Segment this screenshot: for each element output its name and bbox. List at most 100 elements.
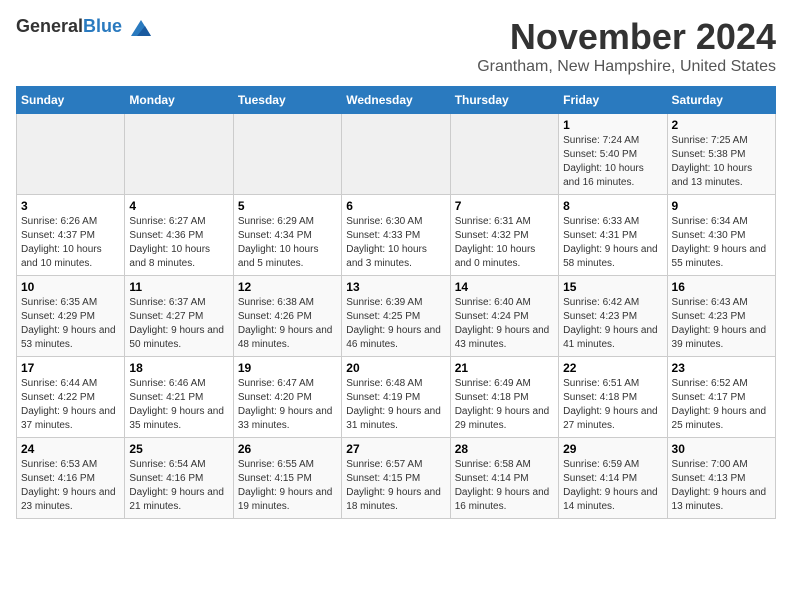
day-number: 2 — [672, 118, 771, 132]
day-number: 29 — [563, 442, 662, 456]
day-number: 30 — [672, 442, 771, 456]
calendar-week-row: 3 Sunrise: 6:26 AM Sunset: 4:37 PM Daylig… — [17, 195, 776, 276]
day-number: 27 — [346, 442, 445, 456]
page-header: GeneralBlue November 2024 Grantham, New … — [16, 16, 776, 76]
calendar-cell: 16 Sunrise: 6:43 AM Sunset: 4:23 PM Dayli… — [667, 276, 775, 357]
calendar-cell: 3 Sunrise: 6:26 AM Sunset: 4:37 PM Daylig… — [17, 195, 125, 276]
calendar-cell: 8Sunrise: 6:33 AM Sunset: 4:31 PM Daylig… — [559, 195, 667, 276]
day-info: Sunrise: 6:34 AM Sunset: 4:30 PM Dayligh… — [672, 215, 771, 271]
day-number: 5 — [238, 199, 337, 213]
day-info: Sunrise: 6:40 AM Sunset: 4:24 PM Dayligh… — [455, 296, 554, 352]
day-number: 10 — [21, 280, 120, 294]
day-number: 21 — [455, 361, 554, 375]
day-info: Sunrise: 6:46 AM Sunset: 4:21 PM Dayligh… — [129, 377, 228, 433]
weekday-header-sunday: Sunday — [17, 87, 125, 114]
weekday-header-thursday: Thursday — [450, 87, 558, 114]
weekday-header-friday: Friday — [559, 87, 667, 114]
calendar-cell: 7Sunrise: 6:31 AM Sunset: 4:32 PM Daylig… — [450, 195, 558, 276]
calendar-cell: 1 Sunrise: 7:24 AM Sunset: 5:40 PM Daylig… — [559, 114, 667, 195]
day-number: 6 — [346, 199, 445, 213]
calendar-cell: 17 Sunrise: 6:44 AM Sunset: 4:22 PM Dayli… — [17, 357, 125, 438]
calendar-cell: 21 Sunrise: 6:49 AM Sunset: 4:18 PM Dayli… — [450, 357, 558, 438]
logo-icon — [129, 18, 153, 38]
day-info: Sunrise: 6:57 AM Sunset: 4:15 PM Dayligh… — [346, 458, 445, 514]
weekday-header-tuesday: Tuesday — [233, 87, 341, 114]
day-number: 22 — [563, 361, 662, 375]
calendar-cell: 27 Sunrise: 6:57 AM Sunset: 4:15 PM Dayli… — [342, 438, 450, 519]
day-number: 3 — [21, 199, 120, 213]
day-info: Sunrise: 6:54 AM Sunset: 4:16 PM Dayligh… — [129, 458, 228, 514]
calendar-week-row: 1 Sunrise: 7:24 AM Sunset: 5:40 PM Daylig… — [17, 114, 776, 195]
day-info: Sunrise: 6:44 AM Sunset: 4:22 PM Dayligh… — [21, 377, 120, 433]
location-title: Grantham, New Hampshire, United States — [477, 58, 776, 76]
day-info: Sunrise: 6:59 AM Sunset: 4:14 PM Dayligh… — [563, 458, 662, 514]
day-number: 1 — [563, 118, 662, 132]
calendar-cell — [17, 114, 125, 195]
calendar-cell: 24 Sunrise: 6:53 AM Sunset: 4:16 PM Dayli… — [17, 438, 125, 519]
day-number: 17 — [21, 361, 120, 375]
calendar-cell: 26 Sunrise: 6:55 AM Sunset: 4:15 PM Dayli… — [233, 438, 341, 519]
calendar-table: SundayMondayTuesdayWednesdayThursdayFrid… — [16, 86, 776, 519]
day-number: 4 — [129, 199, 228, 213]
logo-general: General — [16, 16, 83, 36]
day-info: Sunrise: 6:42 AM Sunset: 4:23 PM Dayligh… — [563, 296, 662, 352]
day-info: Sunrise: 7:25 AM Sunset: 5:38 PM Dayligh… — [672, 134, 771, 190]
day-info: Sunrise: 6:27 AM Sunset: 4:36 PM Dayligh… — [129, 215, 228, 271]
title-section: November 2024 Grantham, New Hampshire, U… — [477, 16, 776, 76]
day-number: 12 — [238, 280, 337, 294]
calendar-cell — [342, 114, 450, 195]
calendar-cell: 2 Sunrise: 7:25 AM Sunset: 5:38 PM Daylig… — [667, 114, 775, 195]
day-number: 23 — [672, 361, 771, 375]
day-number: 14 — [455, 280, 554, 294]
calendar-cell: 4 Sunrise: 6:27 AM Sunset: 4:36 PM Daylig… — [125, 195, 233, 276]
day-number: 25 — [129, 442, 228, 456]
day-info: Sunrise: 6:58 AM Sunset: 4:14 PM Dayligh… — [455, 458, 554, 514]
calendar-week-row: 17 Sunrise: 6:44 AM Sunset: 4:22 PM Dayli… — [17, 357, 776, 438]
day-number: 9 — [672, 199, 771, 213]
day-info: Sunrise: 6:55 AM Sunset: 4:15 PM Dayligh… — [238, 458, 337, 514]
day-info: Sunrise: 6:39 AM Sunset: 4:25 PM Dayligh… — [346, 296, 445, 352]
day-info: Sunrise: 6:35 AM Sunset: 4:29 PM Dayligh… — [21, 296, 120, 352]
calendar-cell: 25 Sunrise: 6:54 AM Sunset: 4:16 PM Dayli… — [125, 438, 233, 519]
day-info: Sunrise: 6:29 AM Sunset: 4:34 PM Dayligh… — [238, 215, 337, 271]
calendar-week-row: 10 Sunrise: 6:35 AM Sunset: 4:29 PM Dayli… — [17, 276, 776, 357]
calendar-cell: 11Sunrise: 6:37 AM Sunset: 4:27 PM Dayli… — [125, 276, 233, 357]
weekday-header-row: SundayMondayTuesdayWednesdayThursdayFrid… — [17, 87, 776, 114]
day-info: Sunrise: 6:53 AM Sunset: 4:16 PM Dayligh… — [21, 458, 120, 514]
day-number: 24 — [21, 442, 120, 456]
calendar-week-row: 24 Sunrise: 6:53 AM Sunset: 4:16 PM Dayli… — [17, 438, 776, 519]
day-info: Sunrise: 7:24 AM Sunset: 5:40 PM Dayligh… — [563, 134, 662, 190]
calendar-cell — [233, 114, 341, 195]
calendar-cell: 30 Sunrise: 7:00 AM Sunset: 4:13 PM Dayli… — [667, 438, 775, 519]
day-number: 16 — [672, 280, 771, 294]
day-info: Sunrise: 6:48 AM Sunset: 4:19 PM Dayligh… — [346, 377, 445, 433]
day-number: 26 — [238, 442, 337, 456]
day-number: 28 — [455, 442, 554, 456]
calendar-cell: 9 Sunrise: 6:34 AM Sunset: 4:30 PM Daylig… — [667, 195, 775, 276]
calendar-cell: 13 Sunrise: 6:39 AM Sunset: 4:25 PM Dayli… — [342, 276, 450, 357]
day-number: 15 — [563, 280, 662, 294]
day-info: Sunrise: 6:49 AM Sunset: 4:18 PM Dayligh… — [455, 377, 554, 433]
weekday-header-wednesday: Wednesday — [342, 87, 450, 114]
calendar-cell: 14 Sunrise: 6:40 AM Sunset: 4:24 PM Dayli… — [450, 276, 558, 357]
calendar-cell — [450, 114, 558, 195]
day-number: 18 — [129, 361, 228, 375]
day-info: Sunrise: 6:52 AM Sunset: 4:17 PM Dayligh… — [672, 377, 771, 433]
calendar-cell: 15 Sunrise: 6:42 AM Sunset: 4:23 PM Dayli… — [559, 276, 667, 357]
day-info: Sunrise: 6:47 AM Sunset: 4:20 PM Dayligh… — [238, 377, 337, 433]
day-number: 7 — [455, 199, 554, 213]
calendar-cell: 20Sunrise: 6:48 AM Sunset: 4:19 PM Dayli… — [342, 357, 450, 438]
calendar-cell: 18 Sunrise: 6:46 AM Sunset: 4:21 PM Dayli… — [125, 357, 233, 438]
day-info: Sunrise: 7:00 AM Sunset: 4:13 PM Dayligh… — [672, 458, 771, 514]
calendar-cell: 23 Sunrise: 6:52 AM Sunset: 4:17 PM Dayli… — [667, 357, 775, 438]
calendar-cell: 19 Sunrise: 6:47 AM Sunset: 4:20 PM Dayli… — [233, 357, 341, 438]
day-number: 13 — [346, 280, 445, 294]
day-info: Sunrise: 6:51 AM Sunset: 4:18 PM Dayligh… — [563, 377, 662, 433]
day-number: 8 — [563, 199, 662, 213]
calendar-cell: 5 Sunrise: 6:29 AM Sunset: 4:34 PM Daylig… — [233, 195, 341, 276]
day-info: Sunrise: 6:43 AM Sunset: 4:23 PM Dayligh… — [672, 296, 771, 352]
day-info: Sunrise: 6:26 AM Sunset: 4:37 PM Dayligh… — [21, 215, 120, 271]
day-number: 19 — [238, 361, 337, 375]
calendar-cell: 6Sunrise: 6:30 AM Sunset: 4:33 PM Daylig… — [342, 195, 450, 276]
day-info: Sunrise: 6:38 AM Sunset: 4:26 PM Dayligh… — [238, 296, 337, 352]
